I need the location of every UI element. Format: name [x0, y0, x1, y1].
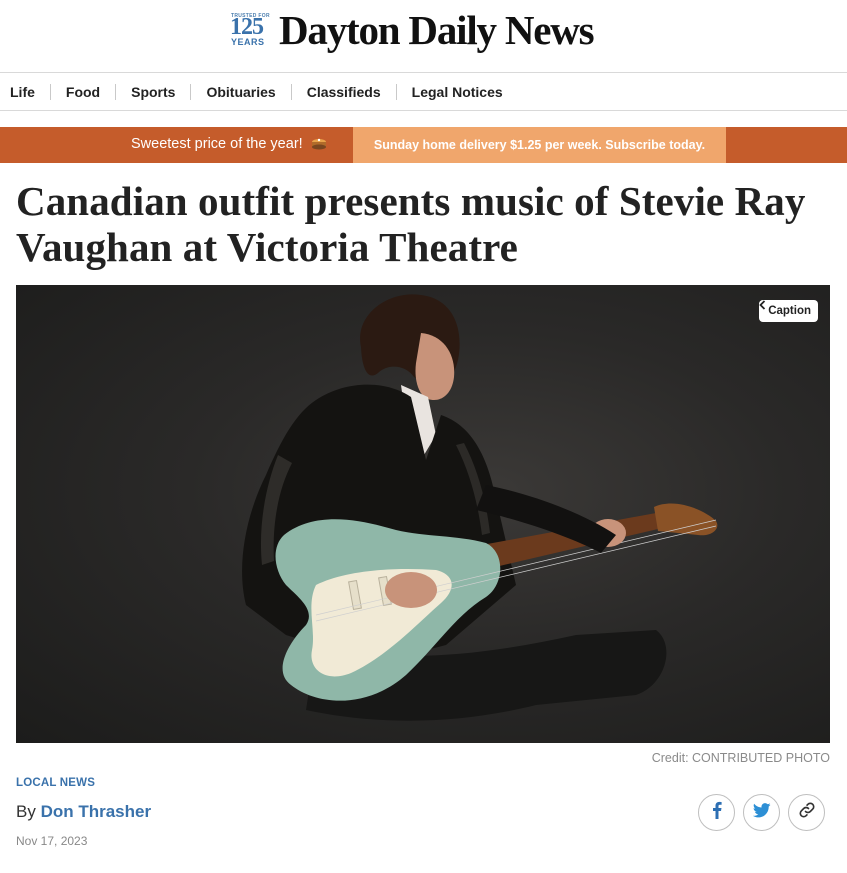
nav-item-obituaries[interactable]: Obituaries	[190, 83, 290, 100]
promo-headline-text: Sweetest price of the year!	[131, 136, 303, 152]
twitter-icon	[752, 802, 771, 823]
promo-offer[interactable]: Sunday home delivery $1.25 per week. Sub…	[353, 127, 726, 163]
promo-headline: Sweetest price of the year!	[131, 136, 327, 152]
anniversary-badge: TRUSTED FOR 125 YEARS	[230, 13, 274, 47]
byline-prefix: By	[16, 802, 36, 821]
nav-item-sports[interactable]: Sports	[115, 83, 190, 100]
caption-toggle-button[interactable]: Caption	[759, 300, 818, 322]
nav-item-food[interactable]: Food	[49, 83, 115, 100]
facebook-icon	[712, 801, 722, 824]
photo-credit: Credit: CONTRIBUTED PHOTO	[651, 751, 830, 765]
link-icon	[798, 801, 816, 824]
caption-button-label: Caption	[768, 305, 811, 317]
site-logo[interactable]: TRUSTED FOR 125 YEARS Dayton Daily News	[230, 7, 595, 53]
publish-date: Nov 17, 2023	[16, 834, 88, 848]
guitarist-illustration	[242, 294, 718, 721]
nav-item-legal-notices[interactable]: Legal Notices	[395, 83, 518, 100]
author-link[interactable]: Don Thrasher	[41, 802, 152, 821]
article-headline: Canadian outfit presents music of Stevie…	[16, 178, 806, 270]
cake-icon	[311, 138, 327, 150]
badge-years: YEARS	[231, 37, 265, 47]
main-nav: Life Food Sports Obituaries Classifieds …	[0, 73, 847, 111]
copy-link-button[interactable]	[788, 794, 825, 831]
badge-number: 125	[230, 14, 264, 40]
article-photo[interactable]: Caption	[16, 285, 830, 743]
byline: By Don Thrasher	[16, 802, 151, 822]
masthead: TRUSTED FOR 125 YEARS Dayton Daily News	[0, 0, 847, 73]
facebook-share-button[interactable]	[698, 794, 735, 831]
nav-item-classifieds[interactable]: Classifieds	[290, 83, 396, 100]
twitter-share-button[interactable]	[743, 794, 780, 831]
subscription-promo-banner[interactable]: Sweetest price of the year! Sunday home …	[0, 127, 847, 163]
section-label[interactable]: LOCAL NEWS	[16, 777, 95, 789]
site-title: Dayton Daily News	[279, 7, 595, 53]
nav-item-life[interactable]: Life	[10, 84, 50, 100]
